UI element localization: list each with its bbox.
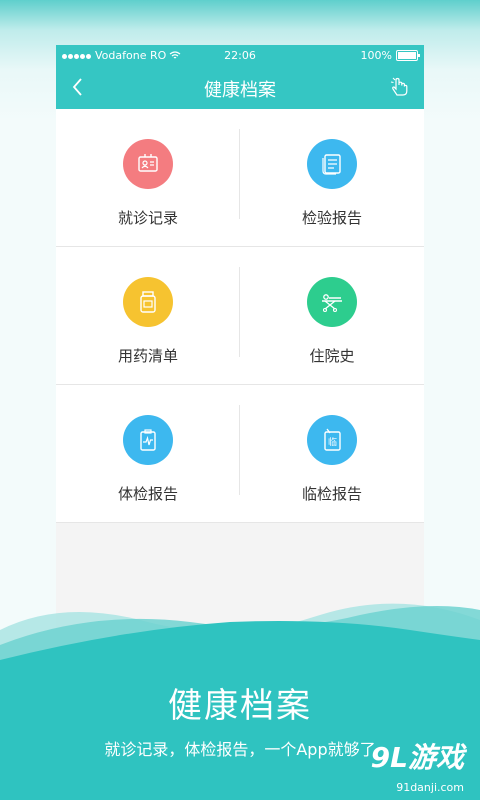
id-card-icon (123, 139, 173, 189)
battery-icon (396, 50, 420, 61)
grid-row: 就诊记录 检验报告 (56, 109, 424, 247)
watermark-site: 91danji.com (396, 781, 464, 794)
grid-item-visit-records[interactable]: 就诊记录 (56, 109, 240, 246)
health-chart-icon (123, 415, 173, 465)
hand-touch-icon[interactable] (388, 75, 412, 99)
grid-item-lab-reports[interactable]: 检验报告 (240, 109, 424, 246)
page-title: 健康档案 (204, 80, 276, 101)
grid-item-checkup-reports[interactable]: 体检报告 (56, 385, 240, 522)
clinical-report-icon: 临 (307, 415, 357, 465)
promo-title: 健康档案 (168, 686, 312, 726)
grid-item-medication-list[interactable]: 用药清单 (56, 247, 240, 384)
nav-bar: 健康档案 (56, 65, 424, 109)
column-divider (239, 405, 240, 495)
column-divider (239, 129, 240, 219)
grid-item-label: 临检报告 (301, 485, 362, 503)
grid-item-label: 用药清单 (117, 347, 178, 365)
grid-row: 体检报告 临 临检报告 (56, 385, 424, 523)
grid-item-label: 就诊记录 (117, 209, 178, 227)
grid-item-label: 住院史 (309, 347, 355, 365)
status-bar: Vodafone RO 22:06 100% (56, 45, 424, 65)
report-list-icon (307, 139, 357, 189)
watermark-logo: 9L游戏 (370, 741, 464, 774)
grid-item-label: 检验报告 (301, 209, 362, 227)
battery-percent: 100% (360, 49, 392, 62)
medicine-bottle-icon (123, 277, 173, 327)
hospital-bed-icon (307, 277, 357, 327)
grid-item-label: 体检报告 (117, 485, 178, 503)
svg-text:临: 临 (328, 436, 337, 448)
grid-item-clinical-reports[interactable]: 临 临检报告 (240, 385, 424, 522)
grid-item-hospitalization-history[interactable]: 住院史 (240, 247, 424, 384)
column-divider (239, 267, 240, 357)
battery-area: 100% (360, 49, 420, 62)
grid-row: 用药清单 住院史 (56, 247, 424, 385)
health-records-grid: 就诊记录 检验报告 用药清单 住院史 体检报告 临 临检报告 (56, 109, 424, 523)
